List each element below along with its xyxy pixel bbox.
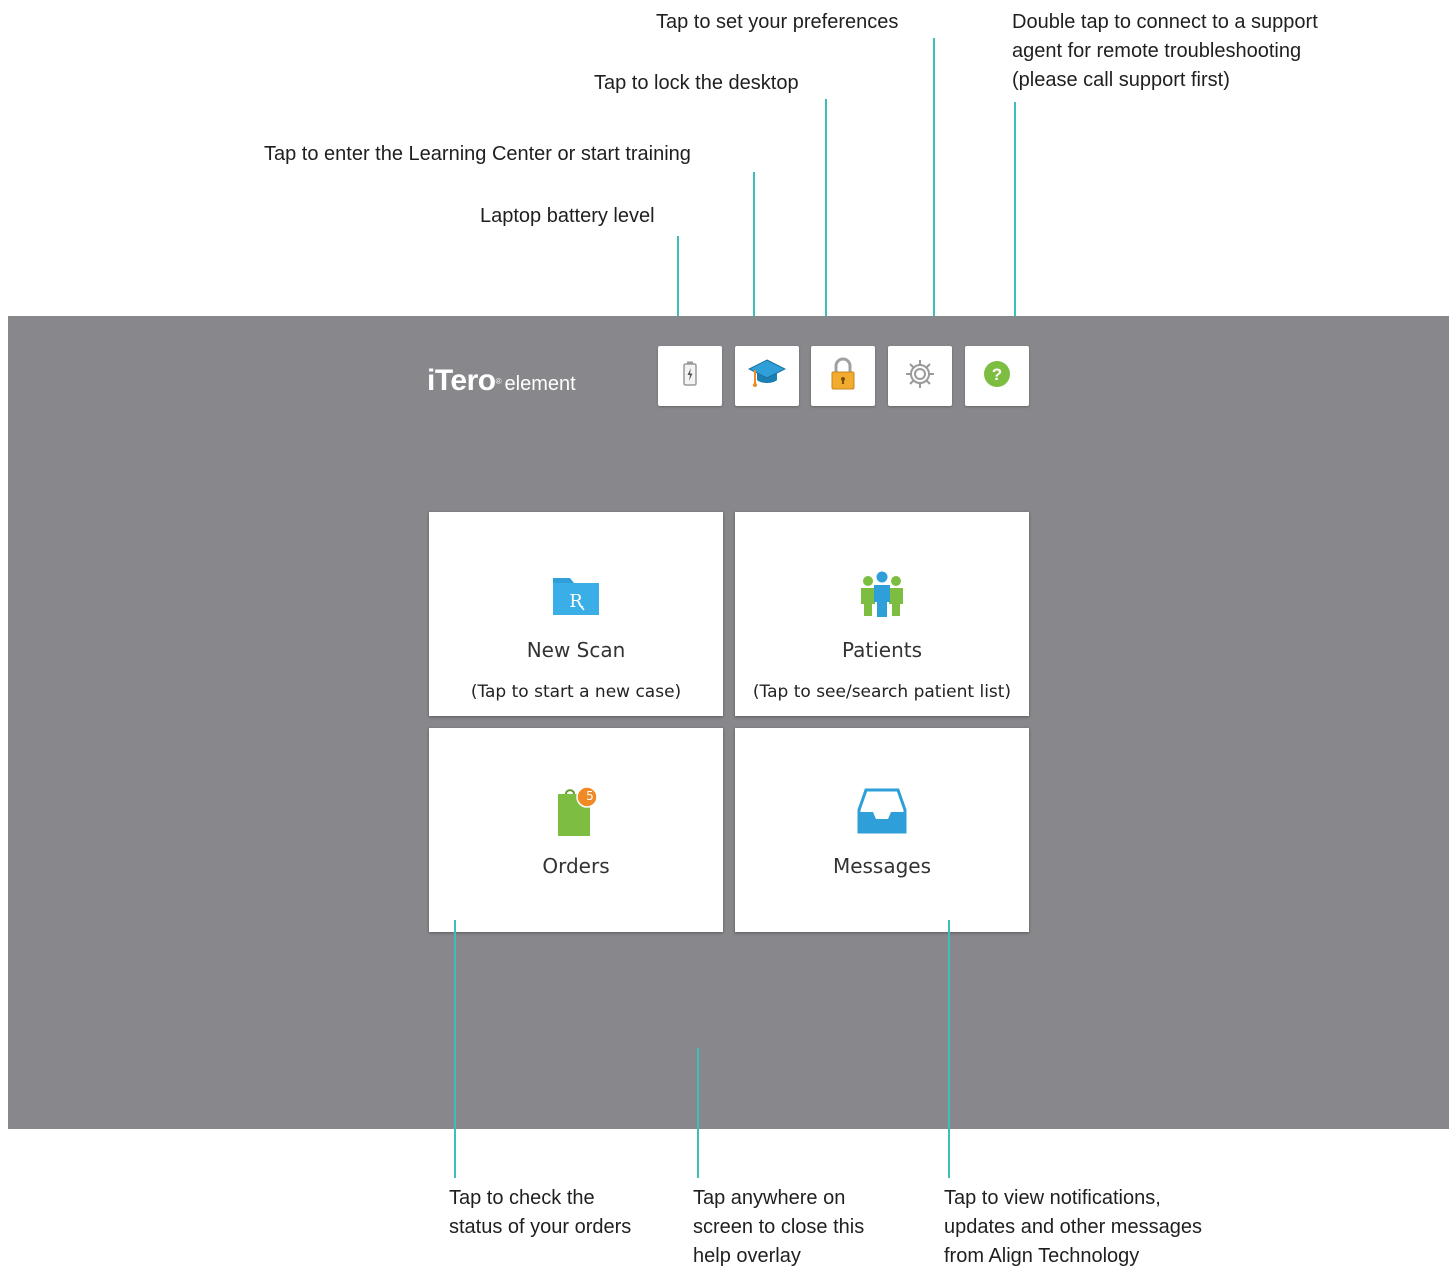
battery-icon: [682, 361, 698, 392]
graduation-cap-icon: [747, 358, 787, 395]
battery-button[interactable]: [658, 346, 722, 406]
callout-battery: Laptop battery level: [480, 205, 655, 227]
callout-preferences: Tap to set your preferences: [656, 11, 899, 33]
rx-folder-icon: R: [552, 574, 600, 621]
patients-icon: [857, 570, 907, 623]
svg-text:R: R: [569, 591, 583, 612]
new-scan-subtitle: (Tap to start a new case): [470, 682, 682, 702]
patients-tile[interactable]: Patients (Tap to see/search patient list…: [735, 512, 1029, 716]
itero-element-logo: iTero® element: [427, 364, 576, 397]
patients-title: Patients: [841, 638, 923, 662]
orders-badge: 5: [586, 789, 594, 803]
callout-orders: Tap to check the status of your orders: [449, 1187, 632, 1238]
callout-close-overlay: Tap anywhere on screen to close this hel…: [693, 1187, 865, 1267]
new-scan-title: New Scan: [526, 638, 626, 662]
leader-line-orders: [454, 920, 456, 1178]
inbox-tray-icon: [857, 788, 907, 839]
new-scan-tile[interactable]: R New Scan (Tap to start a new case): [429, 512, 723, 716]
callout-messages: Tap to view notifications, updates and o…: [944, 1187, 1202, 1267]
lock-button[interactable]: [811, 346, 875, 406]
help-overlay-panel[interactable]: [8, 316, 1449, 1129]
orders-tile[interactable]: 5 Orders: [429, 728, 723, 932]
messages-title: Messages: [832, 854, 932, 878]
leader-line-preferences: [933, 38, 935, 360]
patients-subtitle: (Tap to see/search patient list): [752, 682, 1012, 702]
svg-text:?: ?: [992, 365, 1002, 384]
leader-line-close: [697, 1048, 699, 1178]
help-icon: ?: [983, 360, 1011, 393]
orders-title: Orders: [542, 854, 610, 878]
callout-learning-center: Tap to enter the Learning Center or star…: [264, 143, 691, 165]
settings-button[interactable]: [888, 346, 952, 406]
gear-icon: [904, 358, 936, 395]
help-button[interactable]: ?: [965, 346, 1029, 406]
learning-center-button[interactable]: [735, 346, 799, 406]
lock-icon: [829, 357, 857, 396]
callout-support: Double tap to connect to a support agent…: [1012, 11, 1318, 91]
leader-line-messages: [948, 920, 950, 1178]
callout-lock: Tap to lock the desktop: [594, 72, 799, 94]
messages-tile[interactable]: Messages: [735, 728, 1029, 932]
